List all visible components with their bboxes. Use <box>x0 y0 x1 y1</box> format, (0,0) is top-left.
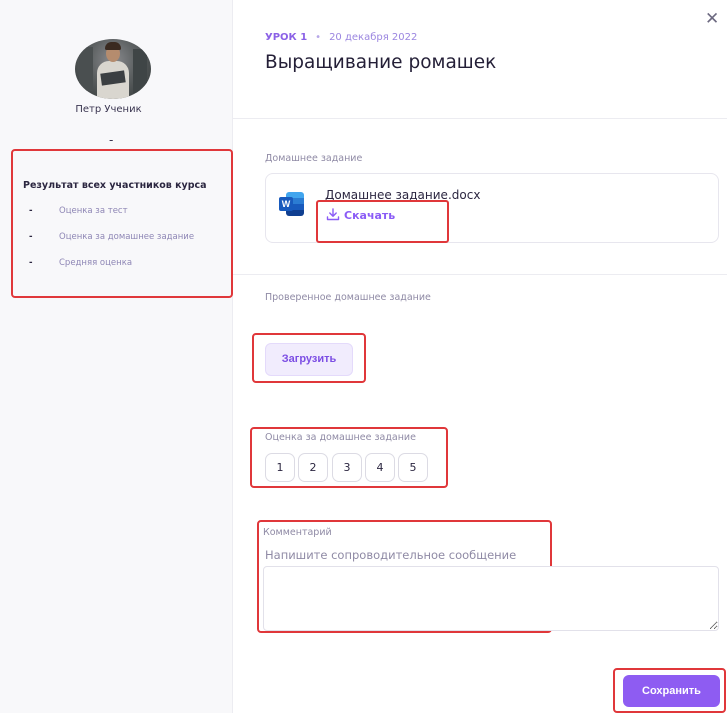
result-item-test: - Оценка за тест <box>29 206 128 216</box>
course-results-title: Результат всех участников курса <box>23 180 207 191</box>
divider <box>233 118 727 119</box>
upload-highlight: Загрузить <box>252 333 366 383</box>
save-button[interactable]: Сохранить <box>623 675 720 707</box>
avatar-hair <box>105 42 121 50</box>
comment-textarea[interactable] <box>263 566 719 631</box>
checked-section-label: Проверенное домашнее задание <box>265 292 431 303</box>
download-link[interactable]: Скачать <box>326 208 395 222</box>
grade-option-3[interactable]: 3 <box>332 453 362 482</box>
comment-hint: Напишите сопроводительное сообщение <box>265 548 517 562</box>
result-dash: - <box>29 232 33 242</box>
user-name: Петр Ученик <box>75 104 142 115</box>
word-file-icon: W <box>279 192 304 216</box>
comment-label: Комментарий <box>263 527 332 538</box>
result-label: Оценка за тест <box>59 206 128 216</box>
course-results-panel: Результат всех участников курса - Оценка … <box>11 149 233 298</box>
download-icon <box>326 208 340 221</box>
result-item-average: - Средняя оценка <box>29 258 132 268</box>
result-label: Оценка за домашнее задание <box>59 232 195 242</box>
grade-label: Оценка за домашнее задание <box>265 432 416 443</box>
grade-option-5[interactable]: 5 <box>398 453 428 482</box>
lesson-title: Выращивание ромашек <box>265 52 497 73</box>
close-button[interactable]: ✕ <box>705 11 719 28</box>
lesson-meta: УРОК 1 • 20 декабря 2022 <box>265 32 417 43</box>
lesson-date: 20 декабря 2022 <box>329 32 418 43</box>
upload-button[interactable]: Загрузить <box>265 343 353 376</box>
avatar-shelf-right <box>133 49 147 93</box>
meta-dot: • <box>315 32 322 43</box>
grade-highlight: Оценка за домашнее задание 1 2 3 4 5 <box>250 427 448 488</box>
grade-option-1[interactable]: 1 <box>265 453 295 482</box>
download-highlight: Скачать <box>316 200 449 243</box>
grade-option-4[interactable]: 4 <box>365 453 395 482</box>
lesson-number: УРОК 1 <box>265 32 308 43</box>
avatar-shelf-left <box>79 47 93 91</box>
result-item-homework: - Оценка за домашнее задание <box>29 232 194 242</box>
result-dash: - <box>29 258 33 268</box>
result-label: Средняя оценка <box>59 258 133 268</box>
avatar <box>75 39 151 99</box>
save-highlight: Сохранить <box>613 668 726 713</box>
divider <box>233 274 727 275</box>
homework-section-label: Домашнее задание <box>265 153 363 164</box>
download-label: Скачать <box>344 209 396 222</box>
grade-option-2[interactable]: 2 <box>298 453 328 482</box>
result-dash: - <box>29 206 33 216</box>
user-separator: - <box>109 133 114 147</box>
sidebar: Петр Ученик - Результат всех участников … <box>0 0 233 713</box>
